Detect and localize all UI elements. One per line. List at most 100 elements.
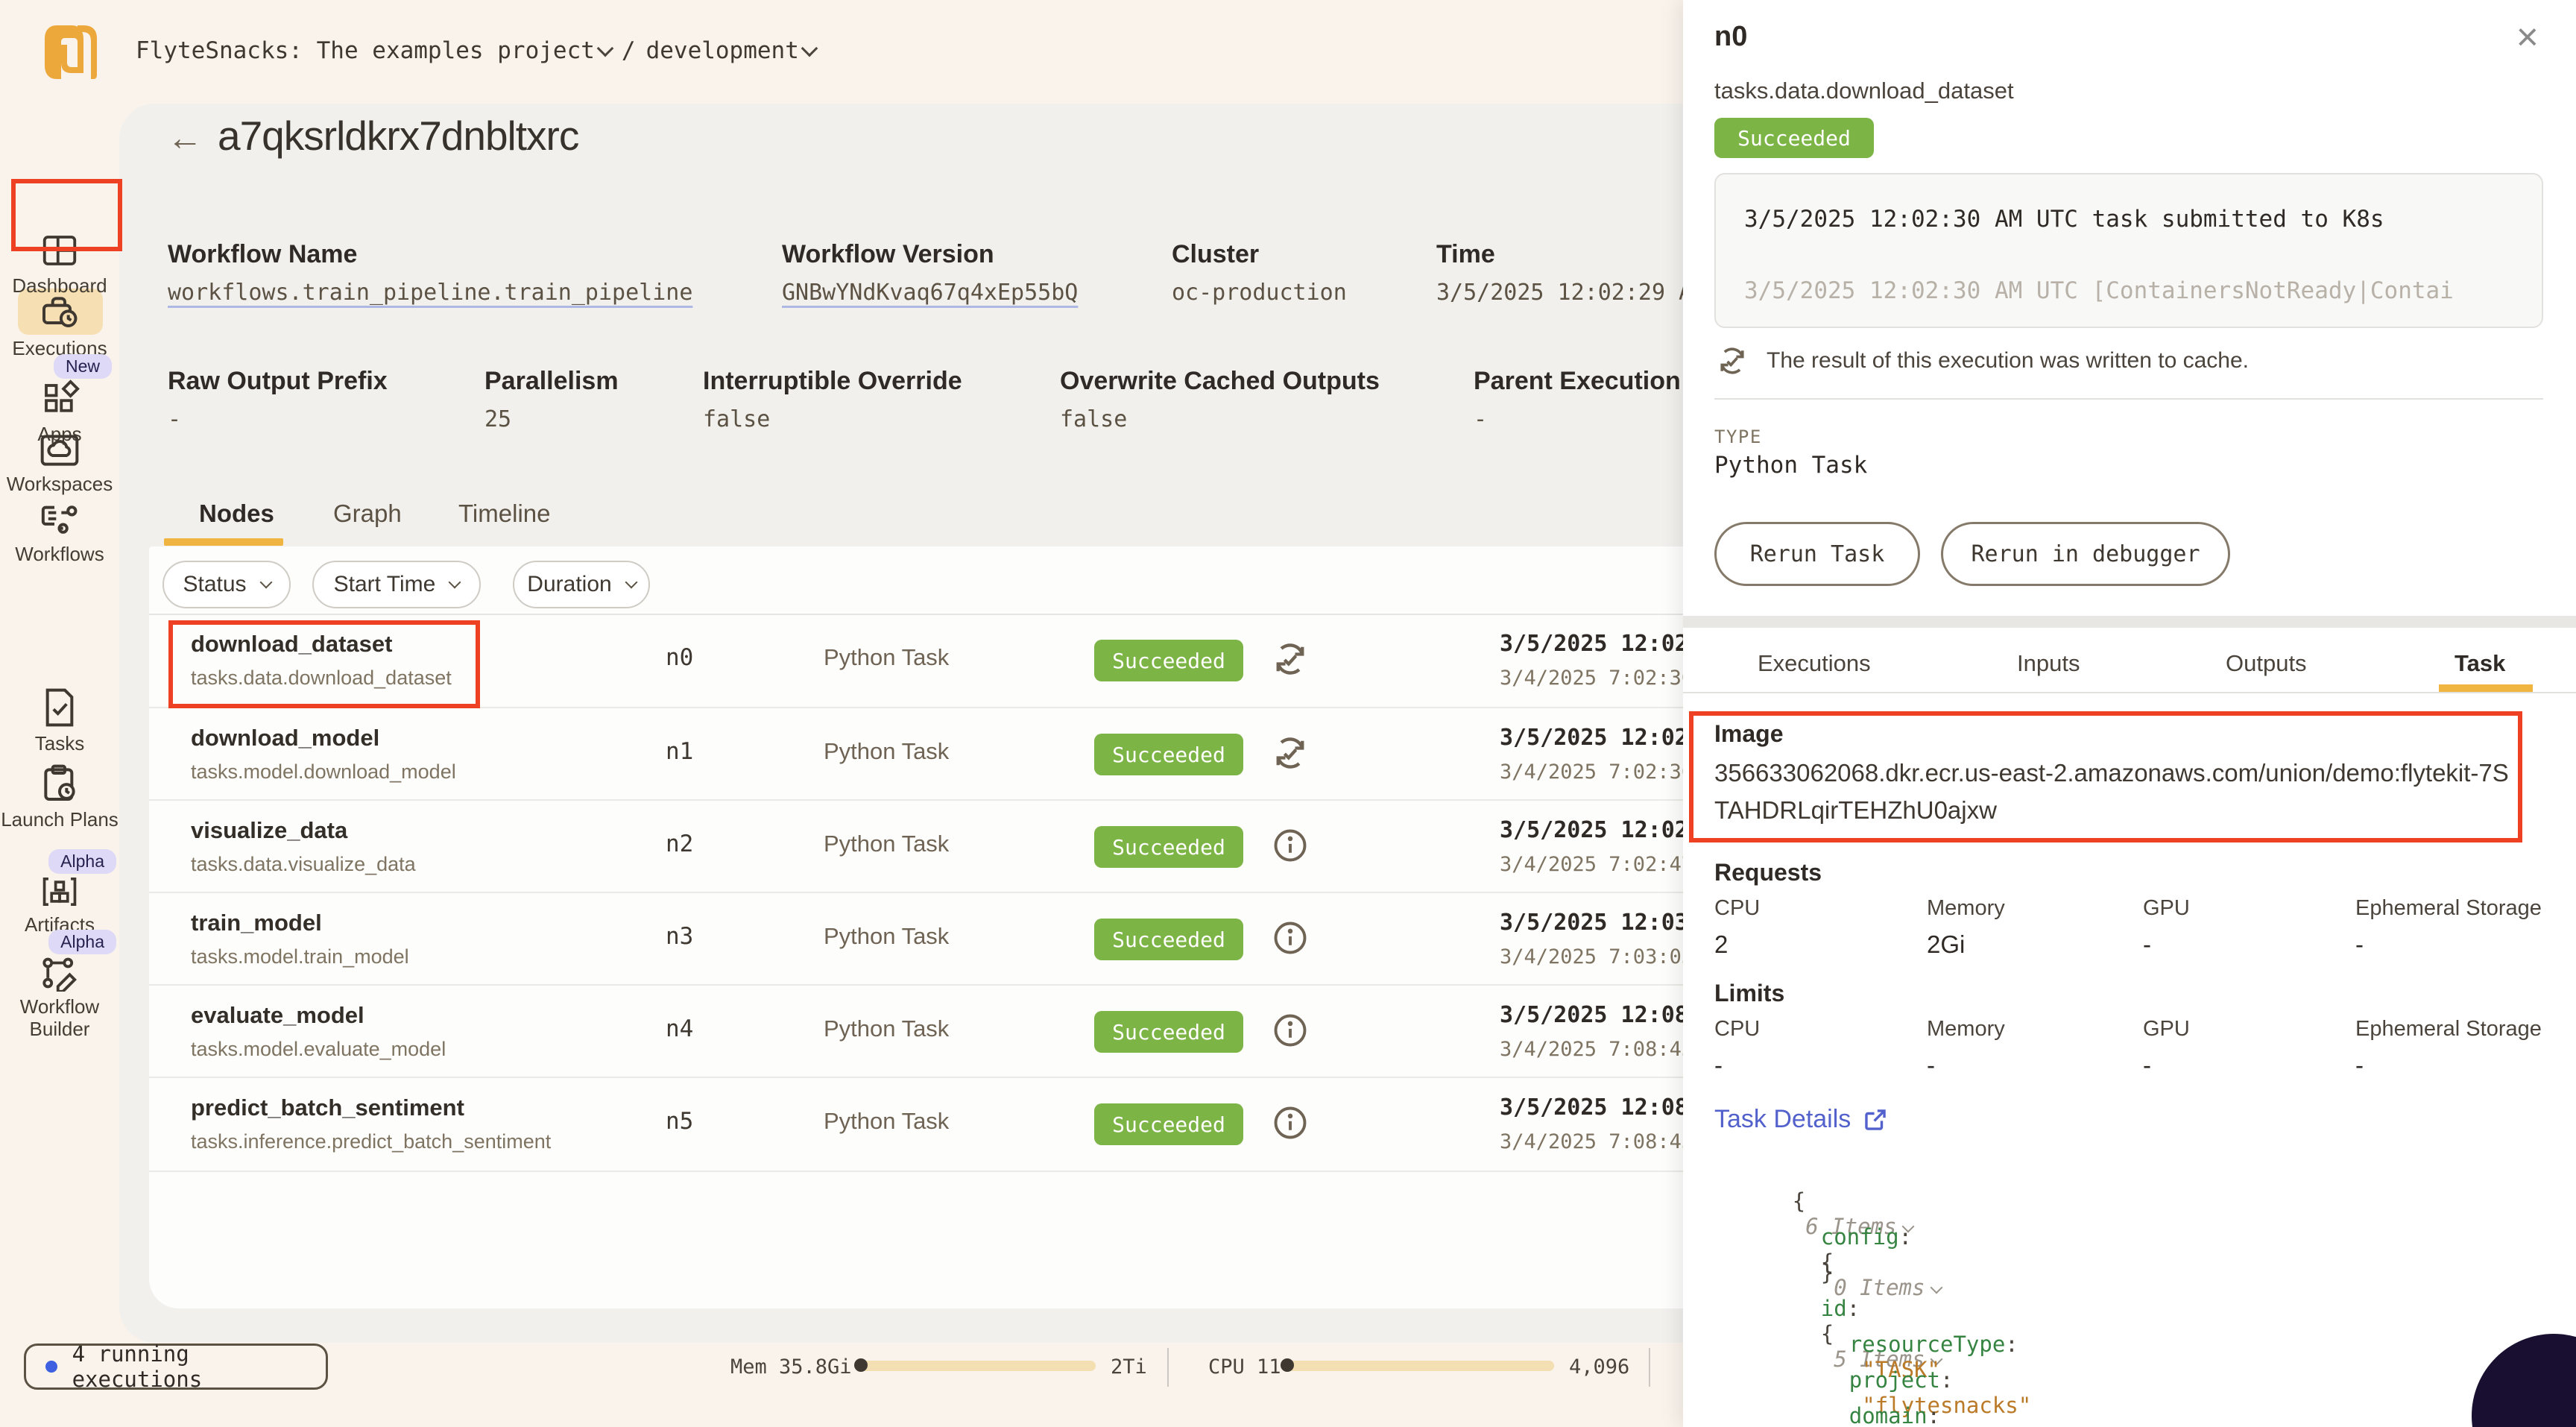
table-row-n4[interactable]: evaluate_model tasks.model.evaluate_mode…: [149, 986, 1908, 1078]
start-time: 3/5/2025 12:08: [1500, 1002, 1688, 1028]
cpu-limit: -: [1714, 1051, 1723, 1080]
tab-nodes[interactable]: Nodes: [199, 500, 274, 528]
rerun-in-debugger-button[interactable]: Rerun in debugger: [1941, 522, 2230, 586]
table-row-n3[interactable]: train_model tasks.model.train_model n3 P…: [149, 893, 1908, 986]
ephemeral-storage-limit: -: [2355, 1051, 2364, 1080]
workflow-version-link[interactable]: GNBwYNdKvaq67q4xEp55bQ: [782, 280, 1078, 306]
sidebar-item-workflow-builder[interactable]: Alpha Workflow Builder: [0, 930, 119, 1040]
sidebar-item-dashboard[interactable]: Dashboard: [0, 230, 119, 297]
status-badge: Succeeded: [1094, 734, 1243, 775]
parallelism-label: Parallelism: [484, 367, 619, 396]
panel-tab-outputs[interactable]: Outputs: [2226, 650, 2307, 677]
info-icon[interactable]: [1271, 1103, 1310, 1142]
launch-plans-icon: [40, 763, 79, 804]
sidebar-item-tasks[interactable]: Tasks: [0, 687, 119, 755]
tasks-icon: [40, 687, 79, 728]
sidebar-item-executions[interactable]: Executions: [0, 292, 119, 359]
node-name: train_model: [191, 910, 322, 936]
chevron-down-icon: [625, 576, 637, 589]
log-line: 3/5/2025 12:02:30 AM UTC task submitted …: [1744, 206, 2384, 233]
log-output-box[interactable]: 3/5/2025 12:02:30 AM UTC task submitted …: [1714, 173, 2543, 328]
node-type: Python Task: [824, 831, 949, 857]
node-name: evaluate_model: [191, 1002, 364, 1029]
updated-time: 3/4/2025 7:02:30: [1500, 667, 1693, 690]
panel-tab-inputs[interactable]: Inputs: [2017, 650, 2080, 677]
divider: [1649, 1348, 1650, 1387]
node-name: visualize_data: [191, 817, 347, 844]
cache-icon[interactable]: [1271, 640, 1310, 678]
node-name: download_dataset: [191, 631, 392, 658]
workflow-name-link[interactable]: workflows.train_pipeline.train_pipeline: [168, 280, 692, 306]
close-icon[interactable]: ×: [2516, 15, 2539, 60]
tab-timeline[interactable]: Timeline: [458, 500, 550, 528]
time-value: 3/5/2025 12:02:29 AM: [1436, 280, 1705, 306]
memory-request: 2Gi: [1927, 930, 1965, 959]
image-value: 356633062068.dkr.ecr.us-east-2.amazonaws…: [1714, 755, 2519, 829]
ephemeral-storage-label: Ephemeral Storage: [2355, 896, 2542, 921]
task-details-link[interactable]: Task Details: [1714, 1105, 1888, 1134]
node-task-id: tasks.inference.predict_batch_sentiment: [191, 1130, 551, 1153]
start-time-filter[interactable]: Start Time: [312, 561, 481, 608]
running-executions-button[interactable]: 4 running executions: [24, 1343, 328, 1390]
node-task-id: tasks.model.download_model: [191, 760, 456, 784]
panel-task-name: tasks.data.download_dataset: [1714, 78, 2014, 104]
updated-time: 3/4/2025 7:08:45: [1500, 1038, 1693, 1061]
info-icon[interactable]: [1271, 826, 1310, 865]
sidebar-item-workflows[interactable]: Workflows: [0, 500, 119, 565]
sidebar-item-launch-plans[interactable]: Launch Plans: [0, 763, 119, 831]
sidebar-item-workspaces[interactable]: Workspaces: [0, 432, 119, 495]
panel-node-title: n0: [1714, 21, 1747, 53]
divider: [1683, 692, 2576, 693]
execution-id-title: a7qksrldkrx7dnbltxrc: [218, 112, 578, 160]
node-id: n0: [666, 644, 693, 671]
running-executions-label: 4 running executions: [72, 1341, 326, 1392]
type-label: TYPE: [1714, 426, 1762, 447]
updated-time: 3/4/2025 7:08:45: [1500, 1130, 1693, 1153]
divider: [149, 1171, 1908, 1172]
tab-graph[interactable]: Graph: [333, 500, 402, 528]
updated-time: 3/4/2025 7:03:05: [1500, 945, 1693, 968]
executions-icon: [39, 292, 80, 333]
duration-filter[interactable]: Duration: [513, 561, 650, 608]
workflows-icon: [39, 500, 80, 539]
project-selector[interactable]: FlyteSnacks: The examples project: [136, 37, 611, 64]
running-indicator-dot: [45, 1361, 57, 1373]
divider: [1167, 1348, 1169, 1387]
info-icon[interactable]: [1271, 1011, 1310, 1050]
cache-icon[interactable]: [1271, 734, 1310, 772]
back-button[interactable]: ←: [167, 118, 203, 159]
overwrite-cached-outputs-label: Overwrite Cached Outputs: [1060, 367, 1380, 396]
sidebar: Dashboard Executions New Apps Workspaces…: [0, 104, 119, 1427]
node-id: n4: [666, 1015, 693, 1042]
panel-tab-executions[interactable]: Executions: [1758, 650, 1871, 677]
interruptible-override-label: Interruptible Override: [703, 367, 962, 396]
rerun-task-button[interactable]: Rerun Task: [1714, 522, 1920, 586]
status-badge: Succeeded: [1094, 640, 1243, 681]
workspaces-icon: [39, 432, 80, 469]
log-line: 3/5/2025 12:02:30 AM UTC [ContainersNotR…: [1744, 277, 2454, 304]
memory-label: Memory: [1927, 1017, 2005, 1042]
node-detail-panel: n0 × tasks.data.download_dataset Succeed…: [1683, 0, 2576, 1427]
breadcrumb: FlyteSnacks: The examples project / deve…: [136, 37, 815, 64]
node-id: n5: [666, 1108, 693, 1135]
domain-selector[interactable]: development: [646, 37, 815, 64]
node-task-id: tasks.model.evaluate_model: [191, 1038, 446, 1061]
dashboard-icon: [40, 230, 80, 271]
table-row-n0[interactable]: download_dataset tasks.data.download_dat…: [149, 614, 1908, 707]
table-row-n2[interactable]: visualize_data tasks.data.visualize_data…: [149, 801, 1908, 893]
project-name: FlyteSnacks: The examples project: [136, 37, 595, 64]
node-task-id: tasks.data.download_dataset: [191, 667, 452, 690]
cpu-usage-bar: [1284, 1361, 1554, 1371]
union-logo-icon[interactable]: [42, 22, 97, 82]
active-tab-underline: [2439, 684, 2533, 692]
gpu-limit: -: [2143, 1051, 2151, 1080]
status-filter[interactable]: Status: [162, 561, 291, 608]
cpu-label: CPU: [1714, 1017, 1760, 1042]
sidebar-item-artifacts[interactable]: Alpha Artifacts: [0, 849, 119, 936]
panel-tab-task[interactable]: Task: [2455, 650, 2505, 677]
table-row-n5[interactable]: predict_batch_sentiment tasks.inference.…: [149, 1078, 1908, 1171]
image-label: Image: [1714, 720, 1783, 748]
table-row-n1[interactable]: download_model tasks.model.download_mode…: [149, 708, 1908, 801]
info-icon[interactable]: [1271, 919, 1310, 957]
node-task-id: tasks.data.visualize_data: [191, 853, 416, 876]
